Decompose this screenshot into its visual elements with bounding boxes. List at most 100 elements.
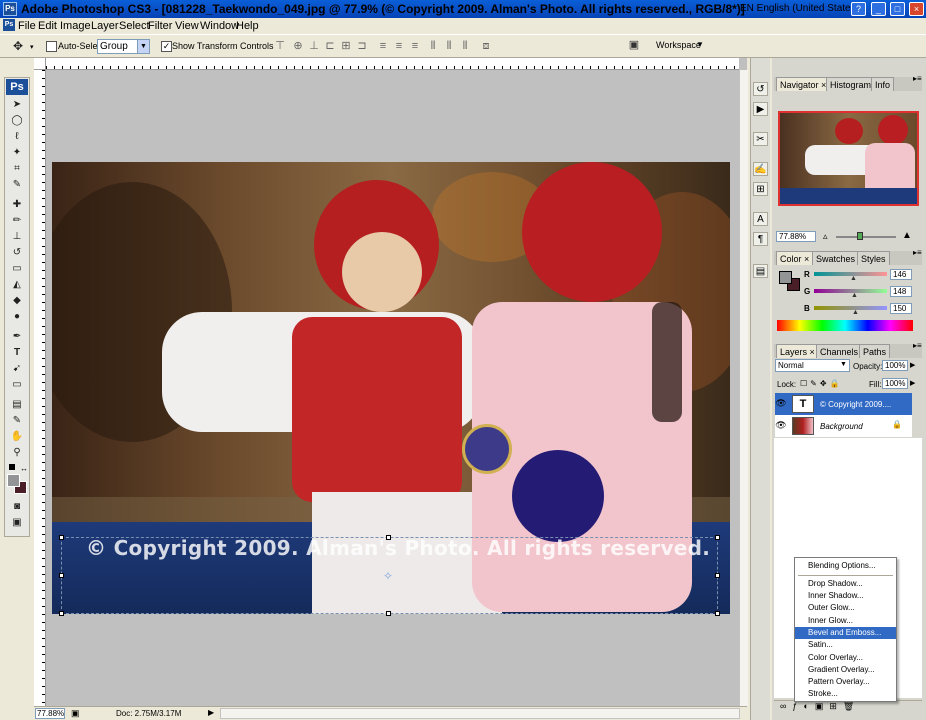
- align-horizontal-center-icon[interactable]: ⊞: [338, 39, 354, 53]
- hand-tool-icon[interactable]: ✋: [9, 430, 25, 444]
- tab-swatches[interactable]: Swatches: [812, 251, 860, 265]
- navigator-zoom-field[interactable]: 77.88%: [776, 231, 816, 242]
- blue-slider[interactable]: [814, 306, 887, 310]
- zoom-slider-knob[interactable]: [857, 232, 863, 240]
- horizontal-ruler[interactable]: [46, 58, 739, 70]
- menu-item-blending-options[interactable]: Blending Options...: [795, 560, 896, 572]
- align-vertical-center-icon[interactable]: ⊕: [290, 39, 306, 53]
- tool-presets-icon[interactable]: ✂: [753, 132, 768, 146]
- brushes-panel-icon[interactable]: ✍: [753, 162, 768, 176]
- menu-item-drop-shadow[interactable]: Drop Shadow...: [795, 578, 896, 590]
- clone-stamp-tool-icon[interactable]: ⊥: [9, 230, 25, 244]
- swap-colors-icon[interactable]: ↔: [20, 464, 28, 473]
- minimize-button[interactable]: _: [871, 2, 886, 16]
- zoom-level-field[interactable]: 77.88%: [35, 708, 65, 719]
- layer-comps-icon[interactable]: ▤: [753, 264, 768, 278]
- tab-color[interactable]: Color ×: [776, 251, 814, 265]
- tab-channels[interactable]: Channels: [816, 344, 863, 358]
- layer-name-background[interactable]: Background: [820, 422, 863, 431]
- notes-tool-icon[interactable]: ▤: [9, 398, 25, 412]
- transform-handle-bottom-left[interactable]: [59, 611, 64, 616]
- status-arrow-icon[interactable]: ▶: [208, 708, 214, 717]
- menu-select[interactable]: Select: [119, 20, 150, 32]
- zoom-tool-icon[interactable]: ⚲: [9, 446, 25, 460]
- background-layer-thumbnail[interactable]: [792, 417, 814, 435]
- fill-arrow-icon[interactable]: ▶: [910, 379, 915, 387]
- auto-select-checkbox[interactable]: [46, 41, 57, 52]
- path-selection-tool-icon[interactable]: ➹: [9, 362, 25, 376]
- align-top-icon[interactable]: ⊤: [272, 39, 288, 53]
- transform-handle-top-right[interactable]: [715, 535, 720, 540]
- eyedropper-sample-icon[interactable]: ✎: [9, 414, 25, 428]
- eraser-tool-icon[interactable]: ▭: [9, 262, 25, 276]
- tab-navigator[interactable]: Navigator ×: [776, 77, 831, 91]
- history-panel-icon[interactable]: ↺: [753, 82, 768, 96]
- blue-slider-knob[interactable]: ▲: [852, 309, 859, 316]
- menu-window[interactable]: Window: [200, 20, 239, 32]
- magic-wand-tool-icon[interactable]: ✦: [9, 146, 25, 160]
- actions-panel-icon[interactable]: ▶: [753, 102, 768, 116]
- history-brush-tool-icon[interactable]: ↺: [9, 246, 25, 260]
- show-transform-checkbox[interactable]: ✓: [161, 41, 172, 52]
- text-layer-thumbnail[interactable]: T: [792, 395, 814, 413]
- menu-filter[interactable]: Filter: [148, 20, 172, 32]
- pen-tool-icon[interactable]: ✒: [9, 330, 25, 344]
- align-right-icon[interactable]: ⊐: [354, 39, 370, 53]
- document-icon[interactable]: Ps: [3, 19, 15, 31]
- layer-visibility-eye-icon[interactable]: 👁: [775, 419, 787, 431]
- menu-item-satin[interactable]: Satin...: [795, 639, 896, 651]
- chevron-down-icon[interactable]: ▼: [137, 40, 149, 53]
- menu-image[interactable]: Image: [60, 20, 91, 32]
- red-slider-knob[interactable]: ▲: [850, 275, 857, 282]
- menu-file[interactable]: File: [18, 20, 36, 32]
- panel-menu-icon[interactable]: ▸≡: [913, 74, 922, 83]
- zoom-out-icon[interactable]: ▵: [823, 231, 828, 242]
- transform-handle-bottom-right[interactable]: [715, 611, 720, 616]
- bridge-icon[interactable]: ▣: [626, 38, 642, 52]
- panel-menu-icon[interactable]: ▸≡: [913, 341, 922, 350]
- distribute-hcenter-icon[interactable]: ⫴: [441, 39, 457, 53]
- green-slider-knob[interactable]: ▲: [851, 292, 858, 299]
- language-indicator[interactable]: EN English (United States): [740, 3, 859, 14]
- blue-value-field[interactable]: 150: [890, 303, 912, 314]
- zoom-in-icon[interactable]: ▲: [902, 230, 912, 241]
- ruler-origin[interactable]: [34, 58, 46, 70]
- opacity-arrow-icon[interactable]: ▶: [910, 361, 915, 369]
- quick-mask-icon[interactable]: ◙: [9, 500, 25, 514]
- tab-styles[interactable]: Styles: [857, 251, 890, 265]
- photoshop-logo[interactable]: Ps: [6, 79, 28, 95]
- workspace-button[interactable]: Workspace: [656, 40, 701, 50]
- layer-name-text[interactable]: © Copyright 2009....: [820, 400, 891, 409]
- distribute-center-icon[interactable]: ≡: [391, 39, 407, 53]
- menu-item-color-overlay[interactable]: Color Overlay...: [795, 652, 896, 664]
- menu-item-inner-glow[interactable]: Inner Glow...: [795, 615, 896, 627]
- transform-handle-left[interactable]: [59, 573, 64, 578]
- color-panel-foreground-swatch[interactable]: [779, 271, 792, 284]
- vertical-scrollbar[interactable]: [739, 70, 748, 706]
- distribute-bottom-icon[interactable]: ≡: [407, 39, 423, 53]
- tab-histogram[interactable]: Histogram: [826, 77, 876, 91]
- transform-handle-right[interactable]: [715, 573, 720, 578]
- workspace-chevron-icon[interactable]: ▼: [696, 40, 704, 49]
- help-icon[interactable]: ?: [851, 2, 866, 16]
- transform-handle-top-left[interactable]: [59, 535, 64, 540]
- eyedropper-tool-icon[interactable]: ✎: [9, 178, 25, 192]
- blur-tool-icon[interactable]: ◆: [9, 294, 25, 308]
- tab-close-icon[interactable]: ×: [804, 254, 809, 264]
- menu-edit[interactable]: Edit: [38, 20, 57, 32]
- tool-preset-dropdown-icon[interactable]: ▾: [30, 43, 34, 51]
- lasso-tool-icon[interactable]: ℓ: [9, 130, 25, 144]
- status-menu-icon[interactable]: ▣: [71, 708, 80, 719]
- maximize-button[interactable]: □: [890, 2, 905, 16]
- lock-options-icons[interactable]: ☐✎✥🔒: [800, 379, 843, 388]
- marquee-tool-icon[interactable]: ◯: [9, 114, 25, 128]
- distribute-right-icon[interactable]: ⫴: [457, 39, 473, 53]
- navigator-zoom-slider[interactable]: [836, 236, 896, 238]
- screen-mode-icon[interactable]: ▣: [9, 516, 25, 530]
- navigator-thumbnail[interactable]: [778, 111, 919, 206]
- blend-mode-dropdown[interactable]: Normal: [775, 359, 850, 372]
- align-left-icon[interactable]: ⊏: [322, 39, 338, 53]
- transform-center-icon[interactable]: ✧: [383, 569, 393, 583]
- tab-paths[interactable]: Paths: [859, 344, 891, 358]
- clone-source-icon[interactable]: ⊞: [753, 182, 768, 196]
